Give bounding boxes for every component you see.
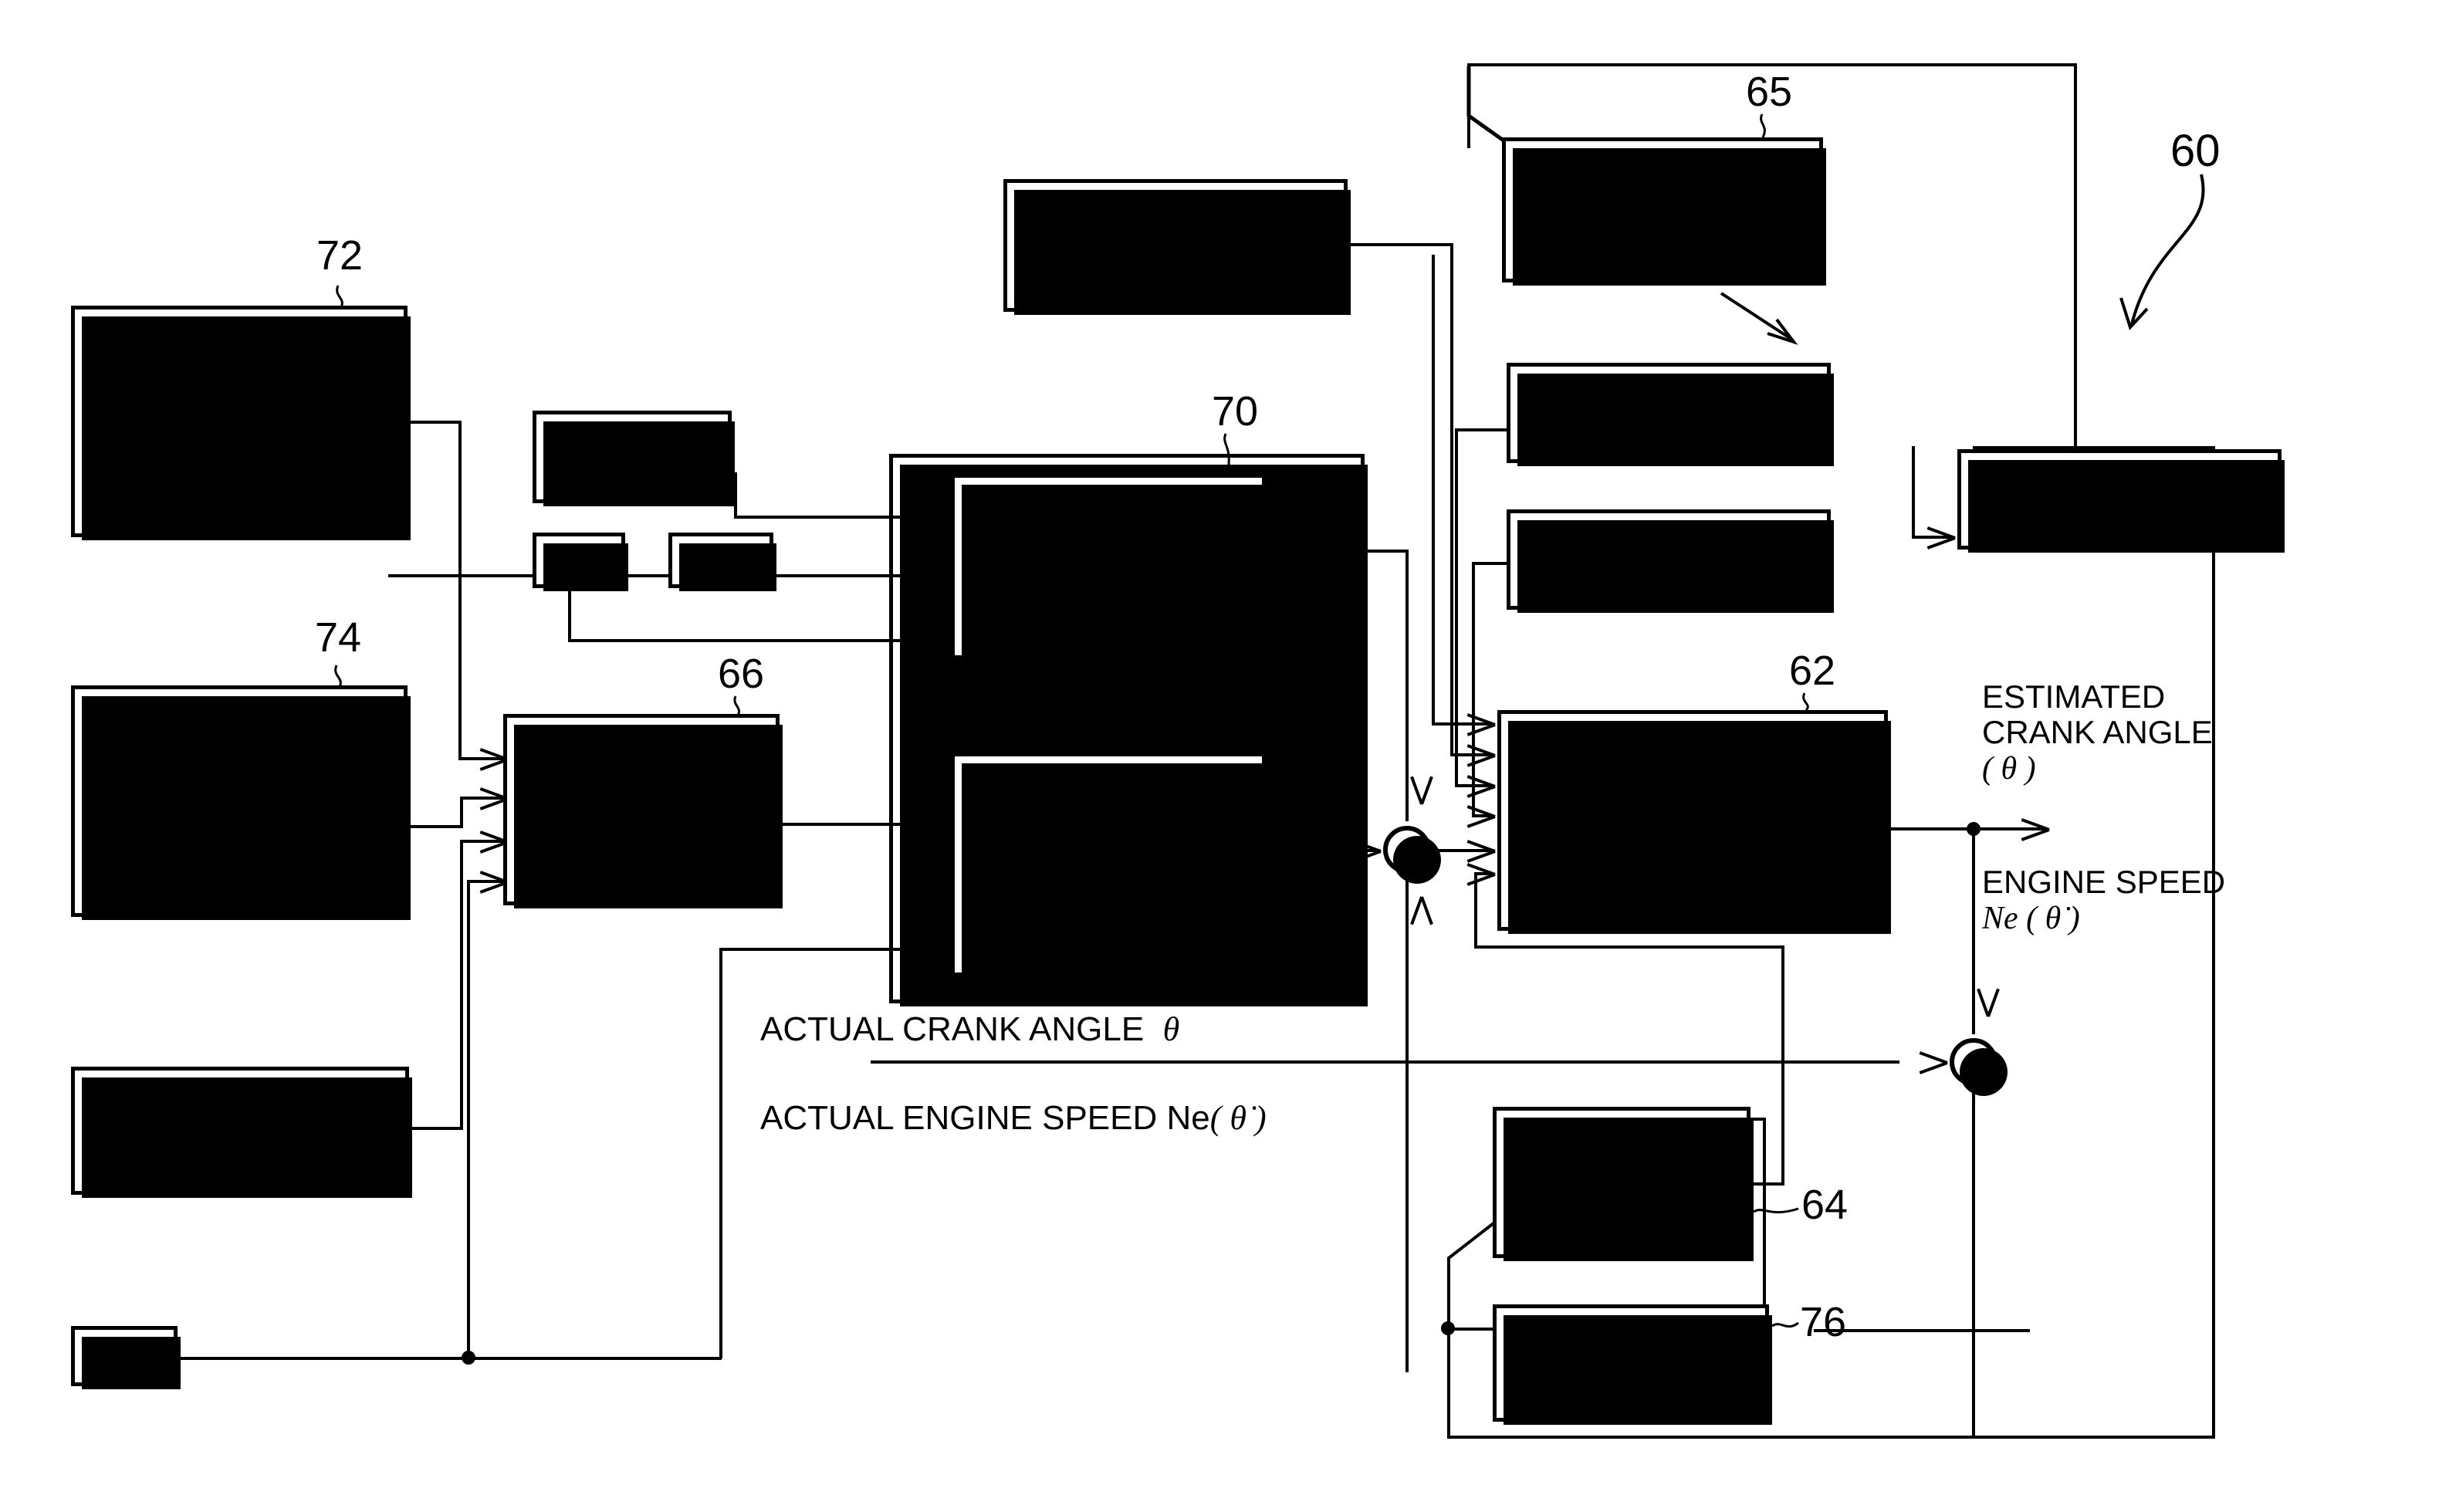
ref-numeral-66: 66 bbox=[718, 651, 765, 697]
label-engine-speed: ENGINE SPEED Ne ( θ̇ ) bbox=[1982, 864, 2226, 937]
label-actual-crank-angle: ACTUAL CRANK ANGLE θ bbox=[760, 1010, 1180, 1048]
ref-numeral-72: 72 bbox=[316, 232, 364, 279]
ref-numeral-68: 68 bbox=[1218, 666, 1265, 712]
ref-numeral-64: 64 bbox=[1801, 1182, 1849, 1228]
ref-numeral-60: 60 bbox=[2170, 126, 2221, 176]
figure-canvas: ATMOSPHERIC PRESSURE CORRECTION TERM CAL… bbox=[0, 0, 2449, 1512]
label-estimated-crank-angle: ESTIMATED CRANK ANGLE( θ ) bbox=[1982, 678, 2213, 787]
ref-numeral-70: 70 bbox=[1212, 388, 1259, 435]
ref-numeral-76: 76 bbox=[1800, 1299, 1847, 1345]
ref-numeral-74: 74 bbox=[315, 614, 362, 661]
ref-numeral-62: 62 bbox=[1789, 648, 1836, 694]
label-actual-engine-speed: ACTUAL ENGINE SPEED Ne( θ̇ ) bbox=[760, 1099, 1267, 1137]
ref-numeral-65: 65 bbox=[1746, 69, 1793, 115]
